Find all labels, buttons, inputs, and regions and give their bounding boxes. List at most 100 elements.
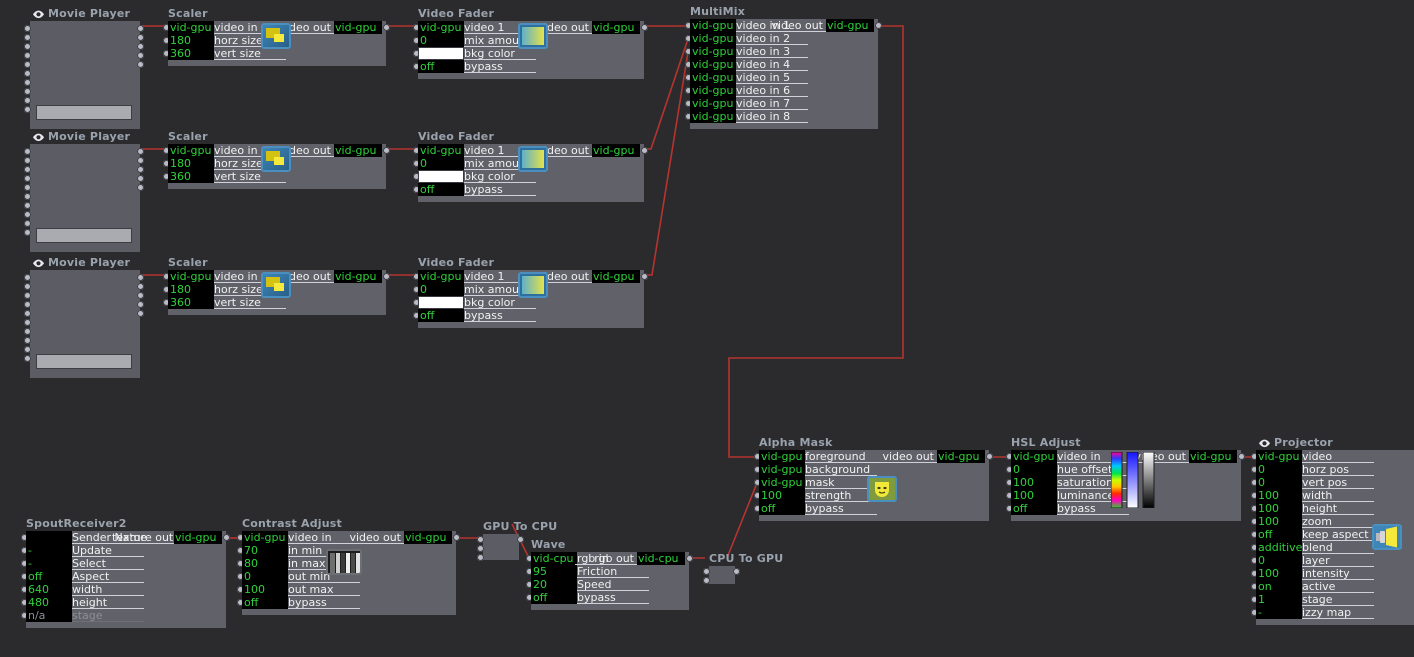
value-field-horz-size[interactable]: 180 [168, 157, 214, 170]
input-port[interactable] [477, 536, 484, 543]
input-port[interactable] [24, 88, 31, 95]
value-field-video-in[interactable]: vid-gpu [168, 21, 214, 34]
value-field-mix-amount[interactable]: 0 [418, 283, 464, 296]
value-field-foreground[interactable]: vid-gpu [759, 450, 805, 463]
output-port-scaler-1[interactable] [383, 24, 390, 31]
value-field-zoom[interactable]: 100 [1256, 515, 1302, 528]
value-field-mix-amount[interactable]: 0 [418, 34, 464, 47]
value-field-horz-size[interactable]: 180 [168, 283, 214, 296]
value-field-video-in-2[interactable]: vid-gpu [690, 32, 736, 45]
value-field-horz-size[interactable]: 180 [168, 34, 214, 47]
value-field-video-in[interactable]: vid-gpu [168, 144, 214, 157]
output-port-alpha-mask[interactable] [986, 453, 993, 460]
output-port[interactable] [137, 283, 144, 290]
eye-icon[interactable] [32, 10, 45, 19]
movie-scrub-bar[interactable] [36, 105, 132, 120]
input-port[interactable] [24, 193, 31, 200]
output-port[interactable] [137, 61, 144, 68]
output-value-scaler-2[interactable]: vid-gpu [334, 144, 382, 157]
output-value-scaler-1[interactable]: vid-gpu [334, 21, 382, 34]
patch-canvas[interactable]: Movie Player Scaler vid-gpu video in 180 horz… [0, 0, 1414, 657]
input-port[interactable] [24, 319, 31, 326]
input-port[interactable] [24, 292, 31, 299]
value-field-layer[interactable]: 0 [1256, 554, 1302, 567]
input-port[interactable] [24, 34, 31, 41]
output-port[interactable] [137, 274, 144, 281]
value-field-out-max[interactable]: 100 [242, 583, 288, 596]
value-field-height[interactable]: 480 [26, 596, 72, 609]
value-field-vert-pos[interactable]: 0 [1256, 476, 1302, 489]
output-port-hsl-adjust[interactable] [1238, 453, 1245, 460]
input-port[interactable] [24, 97, 31, 104]
value-field-hue-offset[interactable]: 0 [1011, 463, 1057, 476]
value-field-Sender-Name[interactable] [26, 531, 72, 544]
value-field-background[interactable]: vid-gpu [759, 463, 805, 476]
value-field-video-in-7[interactable]: vid-gpu [690, 97, 736, 110]
eye-icon[interactable] [32, 133, 45, 142]
value-field-blend[interactable]: additive [1256, 541, 1302, 554]
eye-icon[interactable] [32, 259, 45, 268]
input-port[interactable] [24, 166, 31, 173]
value-field-vert-size[interactable]: 360 [168, 170, 214, 183]
output-port[interactable] [137, 34, 144, 41]
value-field-bypass[interactable]: off [418, 309, 464, 322]
node-body-cpu-to-gpu[interactable] [709, 566, 735, 584]
output-value-wave[interactable]: vid-cpu [637, 552, 685, 565]
input-port[interactable] [24, 328, 31, 335]
output-port-video-fader-2[interactable] [641, 147, 648, 154]
input-port[interactable] [24, 202, 31, 209]
value-field-video-in-8[interactable]: vid-gpu [690, 110, 736, 123]
value-field-horz-pos[interactable]: 0 [1256, 463, 1302, 476]
value-field-Update[interactable]: - [26, 544, 72, 557]
output-value-scaler-3[interactable]: vid-gpu [334, 270, 382, 283]
value-field-video-1[interactable]: vid-gpu [418, 270, 464, 283]
output-port[interactable] [137, 166, 144, 173]
output-port[interactable] [137, 301, 144, 308]
input-port[interactable] [477, 554, 484, 561]
input-port[interactable] [24, 61, 31, 68]
output-port[interactable] [137, 25, 144, 32]
output-port-multimix[interactable] [875, 22, 882, 29]
value-field-video-in[interactable]: vid-gpu [242, 531, 288, 544]
output-value-video-fader-1[interactable]: vid-gpu [592, 21, 640, 34]
input-port[interactable] [24, 283, 31, 290]
output-port[interactable] [137, 157, 144, 164]
value-field-video-1[interactable]: vid-gpu [418, 21, 464, 34]
value-field-izzy-map[interactable]: - [1256, 606, 1302, 619]
value-field-bkg-color[interactable] [418, 296, 464, 309]
value-field-Speed[interactable]: 20 [531, 578, 577, 591]
value-field-video-in-1[interactable]: vid-gpu [690, 19, 736, 32]
output-value-multimix[interactable]: vid-gpu [826, 19, 874, 32]
value-field-mix-amount[interactable]: 0 [418, 157, 464, 170]
value-field-video[interactable]: vid-gpu [1256, 450, 1302, 463]
input-port[interactable] [24, 148, 31, 155]
value-field-video-in-6[interactable]: vid-gpu [690, 84, 736, 97]
input-port[interactable] [24, 175, 31, 182]
value-field-video-in-5[interactable]: vid-gpu [690, 71, 736, 84]
value-field-video-in-4[interactable]: vid-gpu [690, 58, 736, 71]
value-field-Aspect[interactable]: off [26, 570, 72, 583]
input-port[interactable] [24, 79, 31, 86]
movie-scrub-bar[interactable] [36, 354, 132, 369]
value-field-height[interactable]: 100 [1256, 502, 1302, 515]
value-field-in-min[interactable]: 70 [242, 544, 288, 557]
value-field-saturation[interactable]: 100 [1011, 476, 1057, 489]
output-port-video-fader-1[interactable] [641, 24, 648, 31]
output-port-contrast-adjust[interactable] [453, 534, 460, 541]
value-field-video-1[interactable]: vid-gpu [418, 144, 464, 157]
value-field-intensity[interactable]: 100 [1256, 567, 1302, 580]
value-field-bkg-color[interactable] [418, 47, 464, 60]
value-field-bypass[interactable]: off [418, 60, 464, 73]
output-port[interactable] [137, 184, 144, 191]
input-port[interactable] [24, 355, 31, 362]
value-field-in-max[interactable]: 80 [242, 557, 288, 570]
output-port[interactable] [733, 568, 740, 575]
value-field-video-in[interactable]: vid-gpu [1011, 450, 1057, 463]
value-field-bypass[interactable]: off [242, 596, 288, 609]
output-port-scaler-2[interactable] [383, 147, 390, 154]
output-value-video-fader-2[interactable]: vid-gpu [592, 144, 640, 157]
movie-scrub-bar[interactable] [36, 228, 132, 243]
value-field-strength[interactable]: 100 [759, 489, 805, 502]
output-value-alpha-mask[interactable]: vid-gpu [937, 450, 985, 463]
input-port[interactable] [24, 211, 31, 218]
